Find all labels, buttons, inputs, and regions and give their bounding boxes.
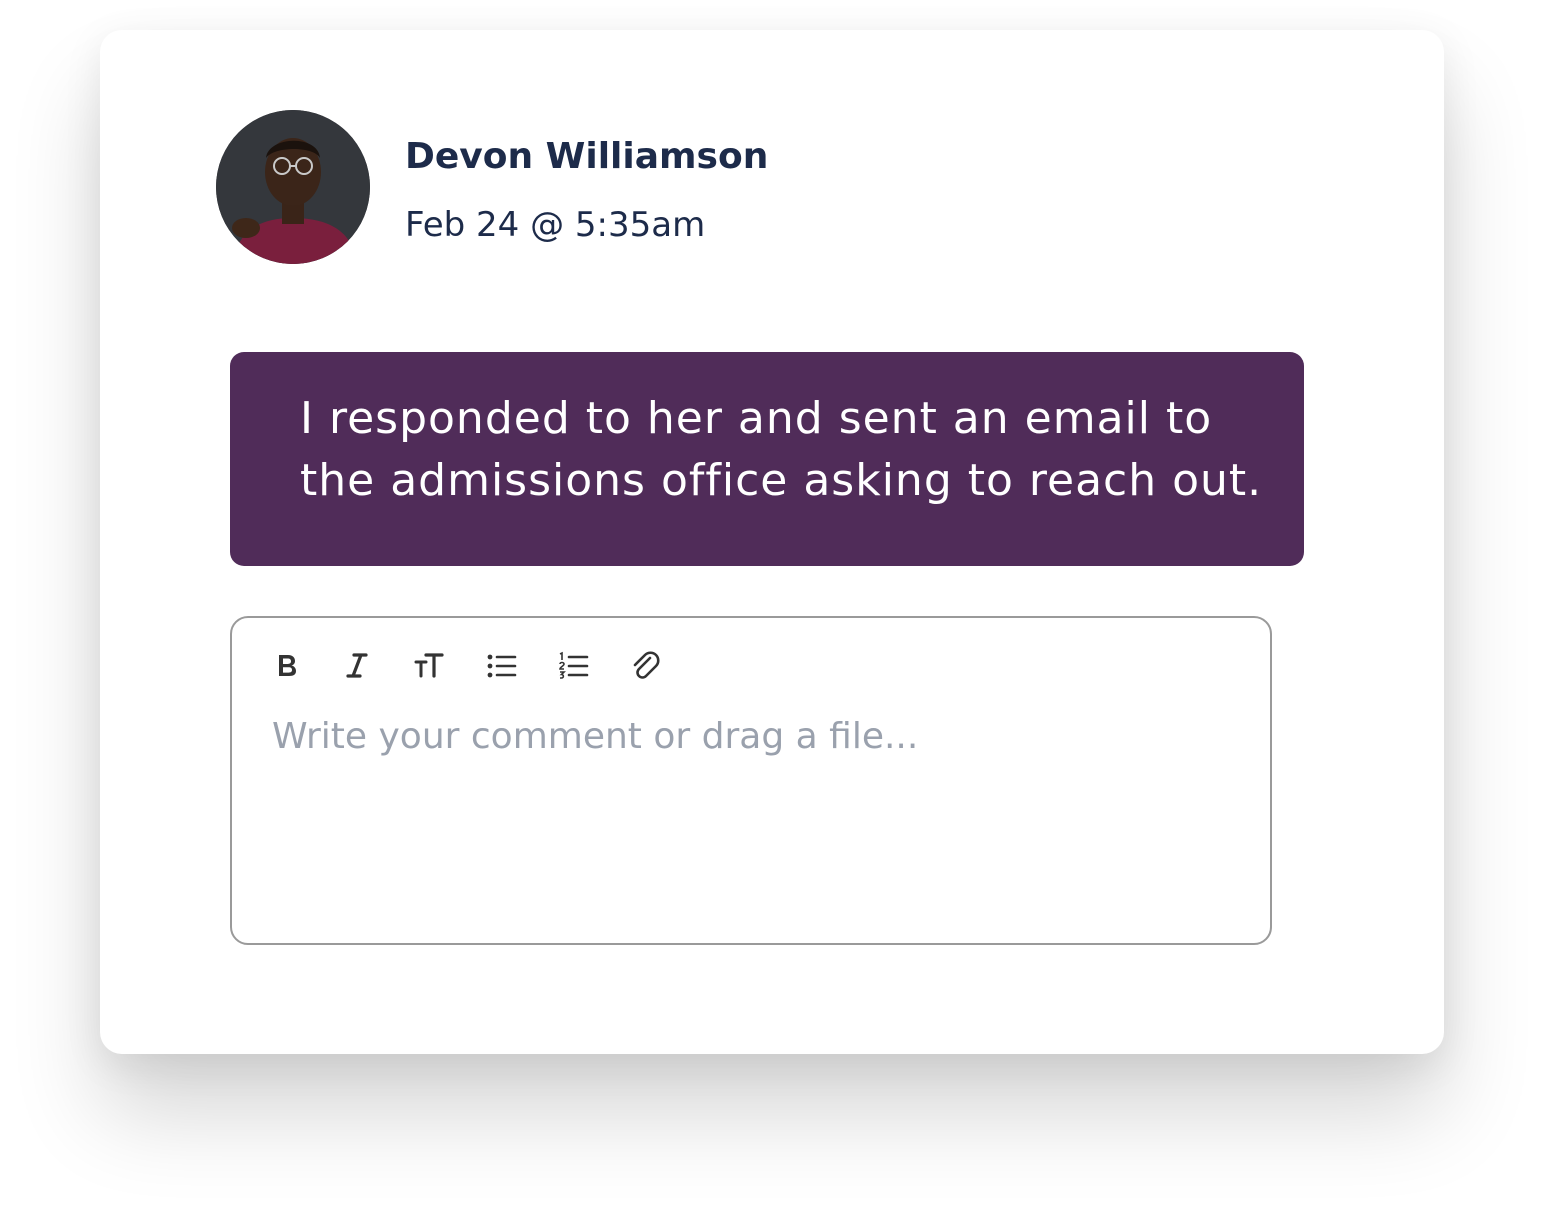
bold-button[interactable] xyxy=(260,640,310,690)
italic-icon xyxy=(346,653,368,678)
comment-card: Devon Williamson Feb 24 @ 5:35am I respo… xyxy=(100,30,1444,1054)
comment-input[interactable] xyxy=(272,714,1222,914)
bold-icon xyxy=(279,655,296,676)
bulleted-list-button[interactable] xyxy=(476,640,526,690)
attachment-button[interactable] xyxy=(620,640,670,690)
avatar xyxy=(216,110,370,264)
numbered-list-icon xyxy=(559,651,589,679)
text-size-icon xyxy=(414,653,444,678)
text-size-button[interactable] xyxy=(404,640,454,690)
comment-timestamp: Feb 24 @ 5:35am xyxy=(405,205,706,245)
message-text: I responded to her and sent an email to … xyxy=(300,393,1263,506)
italic-button[interactable] xyxy=(332,640,382,690)
bulleted-list-icon xyxy=(487,654,517,678)
comment-editor xyxy=(230,616,1272,945)
message-bubble: I responded to her and sent an email to … xyxy=(230,352,1304,566)
numbered-list-button[interactable] xyxy=(548,640,598,690)
paperclip-icon xyxy=(633,651,660,679)
author-name: Devon Williamson xyxy=(405,136,769,177)
